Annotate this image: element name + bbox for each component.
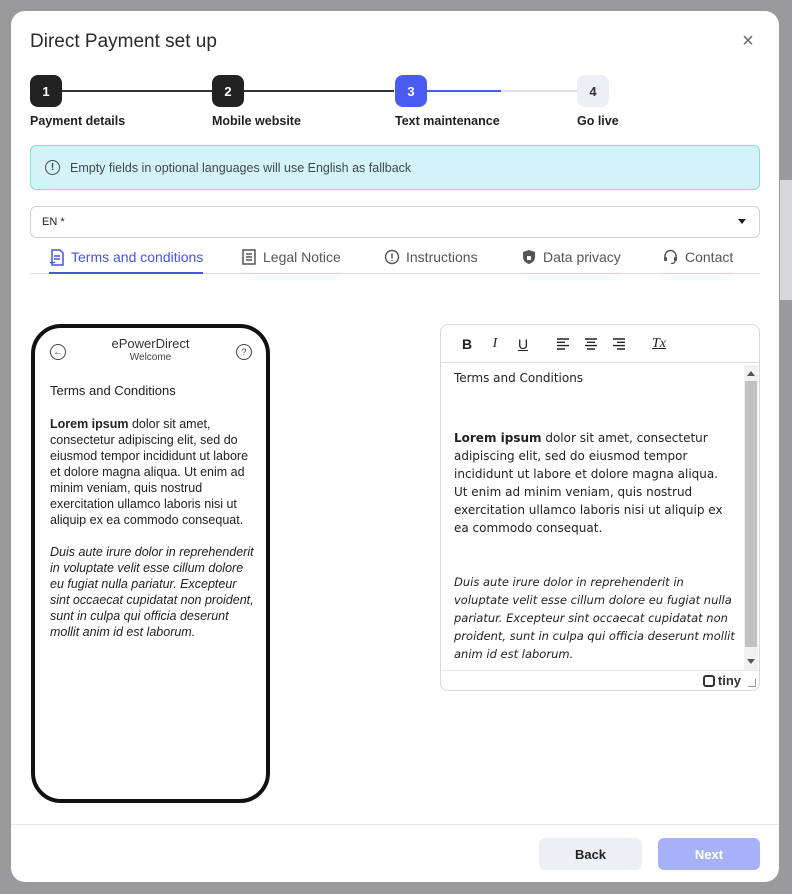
- editor-paragraph-1: Lorem ipsum dolor sit amet, consectetur …: [454, 429, 735, 537]
- dialog-footer: Back Next: [11, 824, 779, 882]
- editor-statusbar: tiny: [441, 670, 759, 690]
- info-circle-icon: [384, 249, 400, 265]
- step-connector: [244, 90, 394, 92]
- direct-payment-dialog: Direct Payment set up × 1 2 3 4 Payment …: [11, 11, 779, 882]
- tab-underline: [241, 273, 341, 274]
- tiny-brand-text: tiny: [717, 673, 741, 688]
- scroll-down-icon[interactable]: [747, 659, 755, 664]
- fallback-info-banner: ! Empty fields in optional languages wil…: [30, 145, 760, 190]
- headset-icon: [662, 249, 679, 265]
- align-right-button[interactable]: [605, 330, 633, 358]
- step-3-indicator: 3: [395, 75, 427, 107]
- align-right-icon: [613, 337, 625, 350]
- tab-label: Data privacy: [543, 249, 621, 265]
- tab-instructions[interactable]: Instructions: [384, 241, 478, 273]
- preview-brand: ePowerDirect: [111, 336, 190, 351]
- step-4-indicator: 4: [577, 75, 609, 107]
- step-3-label: Text maintenance: [395, 114, 500, 128]
- tab-legal-notice[interactable]: Legal Notice: [241, 241, 341, 274]
- align-center-button[interactable]: [577, 330, 605, 358]
- step-1-label: Payment details: [30, 114, 126, 128]
- editor-paragraph-2: Duis aute irure dolor in reprehenderit i…: [454, 575, 735, 661]
- preview-subtitle: Welcome: [129, 352, 172, 363]
- preview-para1-text: dolor sit amet, consectetur adipiscing e…: [50, 417, 249, 527]
- step-2-indicator: 2: [212, 75, 244, 107]
- back-button[interactable]: Back: [539, 838, 642, 870]
- preview-heading: Terms and Conditions: [50, 383, 176, 398]
- tab-underline: [662, 273, 734, 274]
- rich-text-editor: B I U Tx Terms and Conditions Lorem ipsu…: [440, 324, 760, 691]
- shield-lock-icon: [521, 249, 537, 265]
- editor-toolbar: B I U Tx: [441, 325, 759, 363]
- bold-button[interactable]: B: [453, 330, 481, 358]
- language-select-value: EN *: [42, 216, 65, 228]
- tab-underline: [521, 273, 621, 274]
- step-connector: [62, 90, 212, 92]
- align-left-icon: [557, 337, 569, 350]
- editor-content[interactable]: Terms and Conditions Lorem ipsum dolor s…: [441, 369, 743, 670]
- phone-preview: ← ePowerDirect Welcome ? Terms and Condi…: [31, 324, 270, 803]
- document-signature-icon: [49, 248, 65, 266]
- editor-para1-text: dolor sit amet, consectetur adipiscing e…: [454, 431, 723, 535]
- next-button[interactable]: Next: [658, 838, 760, 870]
- content-tabs: Terms and conditions Legal Notice Instru…: [30, 241, 760, 274]
- align-center-icon: [585, 337, 597, 350]
- editor-bold-lead: Lorem ipsum: [454, 431, 542, 445]
- tab-label: Legal Notice: [263, 249, 341, 265]
- scroll-up-icon[interactable]: [747, 371, 755, 376]
- preview-paragraph-2: Duis aute irure dolor in reprehenderit i…: [50, 545, 254, 639]
- language-select[interactable]: EN *: [30, 206, 760, 238]
- tiny-branding[interactable]: tiny: [702, 673, 741, 688]
- preview-bold-lead: Lorem ipsum: [50, 417, 129, 431]
- preview-paragraph-1: Lorem ipsum dolor sit amet, consectetur …: [50, 416, 256, 528]
- preview-body: Terms and Conditions Lorem ipsum dolor s…: [50, 383, 256, 656]
- tab-label: Contact: [685, 249, 734, 265]
- editor-scrollbar[interactable]: [744, 365, 758, 671]
- tab-terms-and-conditions[interactable]: Terms and conditions: [49, 241, 204, 274]
- resize-handle-icon[interactable]: [748, 679, 756, 687]
- tab-active-underline: [49, 272, 204, 274]
- backdrop: [780, 180, 792, 300]
- chat-help-icon: ?: [236, 344, 252, 360]
- chevron-down-icon: [738, 219, 746, 224]
- step-connector: [501, 90, 578, 92]
- editor-heading: Terms and Conditions: [454, 371, 584, 385]
- tab-label: Instructions: [406, 249, 478, 265]
- clear-formatting-button[interactable]: Tx: [645, 330, 673, 358]
- step-connector: [426, 90, 501, 92]
- tiny-logo-icon: [702, 674, 715, 687]
- step-1-indicator: 1: [30, 75, 62, 107]
- tab-contact[interactable]: Contact: [662, 241, 734, 274]
- step-2-label: Mobile website: [212, 114, 301, 128]
- italic-button[interactable]: I: [481, 330, 509, 358]
- stepper: 1 2 3 4 Payment details Mobile website T…: [11, 11, 779, 141]
- tab-label: Terms and conditions: [71, 249, 204, 265]
- scroll-thumb[interactable]: [745, 381, 757, 647]
- info-icon: !: [45, 160, 60, 175]
- info-text: Empty fields in optional languages will …: [70, 160, 412, 175]
- align-left-button[interactable]: [549, 330, 577, 358]
- tab-data-privacy[interactable]: Data privacy: [521, 241, 621, 274]
- underline-button[interactable]: U: [509, 330, 537, 358]
- step-4-label: Go live: [577, 114, 619, 128]
- newspaper-icon: [241, 249, 257, 265]
